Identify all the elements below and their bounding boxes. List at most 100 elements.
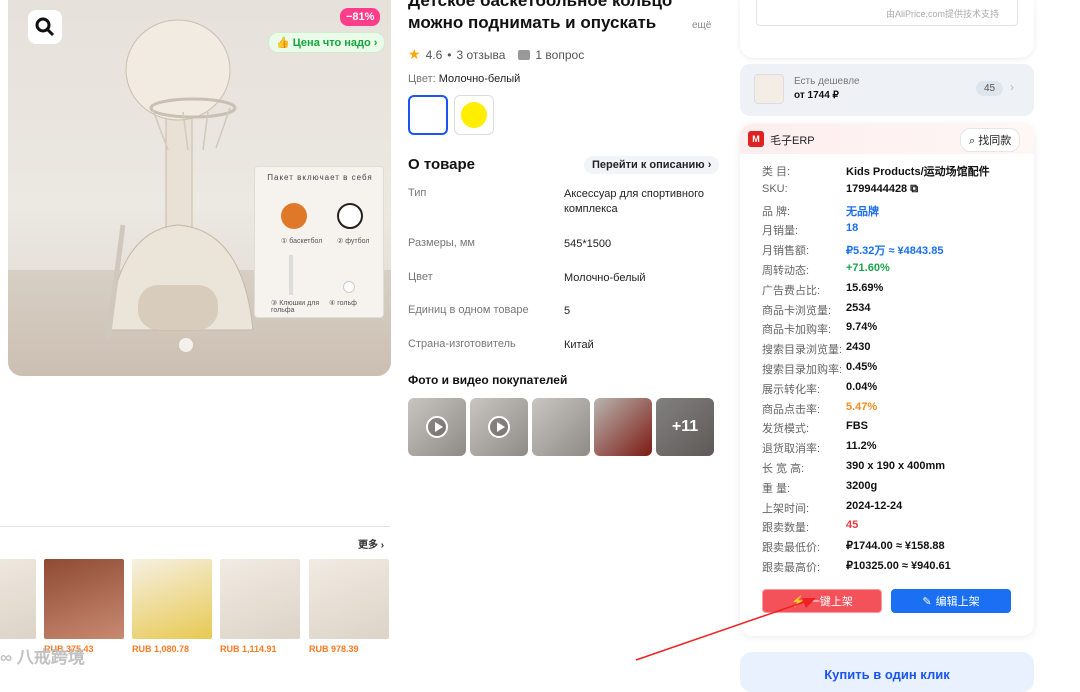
cheaper-price: от 1744 ₽ <box>794 90 839 101</box>
related-product-thumb[interactable] <box>309 559 389 639</box>
find-similar-label: 找同款 <box>978 135 1012 147</box>
spec-value: 545*1500 <box>564 238 612 250</box>
related-product-thumb[interactable] <box>44 559 124 639</box>
customer-video-thumb[interactable] <box>408 398 466 456</box>
erp-row-key: 商品点击率: <box>762 403 821 416</box>
customer-photo-thumb[interactable] <box>594 398 652 456</box>
cheaper-count-badge: 45 <box>976 81 1004 96</box>
discount-badge: −81% <box>340 8 381 26</box>
good-price-badge[interactable]: 👍 Цена что надо › <box>268 32 386 53</box>
related-product-thumb[interactable] <box>0 559 36 639</box>
reviews-link[interactable]: 3 отзыва <box>456 48 505 62</box>
edit-icon: ✎ <box>922 595 932 608</box>
spec-key: Цвет <box>408 271 433 283</box>
chevron-right-icon: › <box>707 159 712 171</box>
erp-row-value: 2534 <box>846 301 871 314</box>
erp-row-key: 商品卡加购率: <box>762 324 832 337</box>
erp-row-key: 发货模式: <box>762 423 810 436</box>
search-icon: ⌕ <box>969 135 976 147</box>
erp-row-value: 0.45% <box>846 361 878 373</box>
erp-row-value: 45 <box>846 519 859 532</box>
erp-row-value: 15.69% <box>846 281 884 294</box>
chevron-right-icon: › <box>1010 80 1014 94</box>
watermark-text: 八戒跨境 <box>16 648 85 667</box>
rating-row[interactable]: ★ 4.6 • 3 отзыва 1 вопрос <box>408 46 584 63</box>
divider <box>0 526 390 527</box>
erp-row-value: 0.04% <box>846 380 878 393</box>
package-contents-card: Пакет включает в себя ① баскетбол ② футб… <box>254 166 384 318</box>
rating-value: 4.6 <box>425 47 443 62</box>
color-swatch-white[interactable] <box>408 95 448 135</box>
erp-row-value: 11.2% <box>846 440 877 453</box>
erp-row-key: 跟卖数量: <box>762 522 810 535</box>
find-similar-button[interactable]: ⌕ 找同款 <box>960 128 1021 152</box>
related-more-link[interactable]: 更多 › <box>358 536 384 551</box>
color-label-value: Молочно-белый <box>438 73 521 85</box>
red-annotation-arrow <box>635 598 816 661</box>
erp-row-value: 9.74% <box>846 321 878 334</box>
related-price: RUB 1,114.91 <box>220 644 277 654</box>
erp-row-key: 广告费占比: <box>762 284 821 297</box>
star-icon: ★ <box>408 46 421 62</box>
edit-publish-button[interactable]: ✎ 编辑上架 <box>891 589 1011 613</box>
erp-row-value: FBS <box>846 420 868 433</box>
spec-value: Китай <box>564 339 594 351</box>
color-label: Цвет: Молочно-белый <box>408 73 520 85</box>
customer-video-thumb[interactable] <box>470 398 528 456</box>
about-title: О товаре <box>408 156 476 173</box>
customer-photo-more[interactable]: +11 <box>656 398 714 456</box>
erp-logo-icon: M <box>748 131 764 147</box>
cheaper-label: Есть дешевле <box>794 76 860 87</box>
package-item-3: ③ Клюшки для гольфа <box>271 300 320 314</box>
product-main-image[interactable]: Пакет включает в себя ① баскетбол ② футб… <box>8 0 391 376</box>
customer-photos-title: Фото и видео покупателей <box>408 373 568 387</box>
spec-value: Молочно-белый <box>564 272 646 284</box>
erp-row-key: 品 牌: <box>762 205 791 218</box>
title-more-link[interactable]: ещё <box>692 20 711 31</box>
erp-row-value: 无品牌 <box>846 205 879 218</box>
erp-row-key: 月销量: <box>762 225 799 238</box>
erp-row-value: 18 <box>846 222 859 235</box>
related-more-label: 更多 <box>358 540 378 551</box>
erp-row-key: 搜索目录浏览量: <box>762 344 843 357</box>
product-title: Детское баскетбольное кольцо можно подни… <box>408 0 673 32</box>
spec-key: Размеры, мм <box>408 237 475 249</box>
play-icon <box>488 416 510 438</box>
goto-description-button[interactable]: Перейти к описанию › <box>584 156 720 174</box>
erp-row-key: 搜索目录加购率: <box>762 364 843 376</box>
related-price: RUB 978.39 <box>309 644 359 654</box>
color-swatch-yellow[interactable] <box>454 95 494 135</box>
erp-name: 毛子ERP <box>770 135 815 147</box>
erp-row-key: 长 宽 高: <box>762 463 805 475</box>
rating-dot: • <box>447 47 452 62</box>
football-icon <box>337 203 363 229</box>
spec-value: 5 <box>564 305 571 317</box>
erp-row-value: Kids Products/运动场馆配件 <box>846 166 990 178</box>
cheaper-offer-thumb <box>754 74 784 104</box>
erp-row-key: 跟卖最低价: <box>762 542 821 555</box>
goto-description-label: Перейти к описанию <box>592 159 705 171</box>
related-product-thumb[interactable] <box>220 559 300 639</box>
related-product-thumb[interactable] <box>132 559 212 639</box>
app-logo-icon[interactable] <box>28 10 62 44</box>
erp-row-value: +71.60% <box>846 262 890 274</box>
watermark: ∞ 八戒跨境 <box>0 648 85 667</box>
erp-row-key: 类 目: <box>762 166 791 178</box>
erp-row-key: 上架时间: <box>762 502 810 515</box>
questions-link[interactable]: 1 вопрос <box>535 48 584 62</box>
search-icon <box>35 17 55 37</box>
erp-row-value: ₽10325.00 ≈ ¥940.61 <box>846 560 951 572</box>
play-icon <box>426 416 448 438</box>
erp-row-key: 重 量: <box>762 482 791 495</box>
erp-row-value: 3200g <box>846 479 878 492</box>
basketball-icon <box>281 203 307 229</box>
erp-row-value: 5.47% <box>846 400 878 413</box>
customer-photo-thumb[interactable] <box>532 398 590 456</box>
erp-row-key: 退货取消率: <box>762 443 821 456</box>
erp-row-key: 月销售额: <box>762 245 810 258</box>
golf-club-icon <box>289 255 293 295</box>
package-title: Пакет включает в себя <box>267 173 373 182</box>
erp-row-value: 1799444428 ⧉ <box>846 182 919 195</box>
package-item-1: ① баскетбол <box>281 238 323 245</box>
erp-row-key: SKU: <box>762 182 788 195</box>
